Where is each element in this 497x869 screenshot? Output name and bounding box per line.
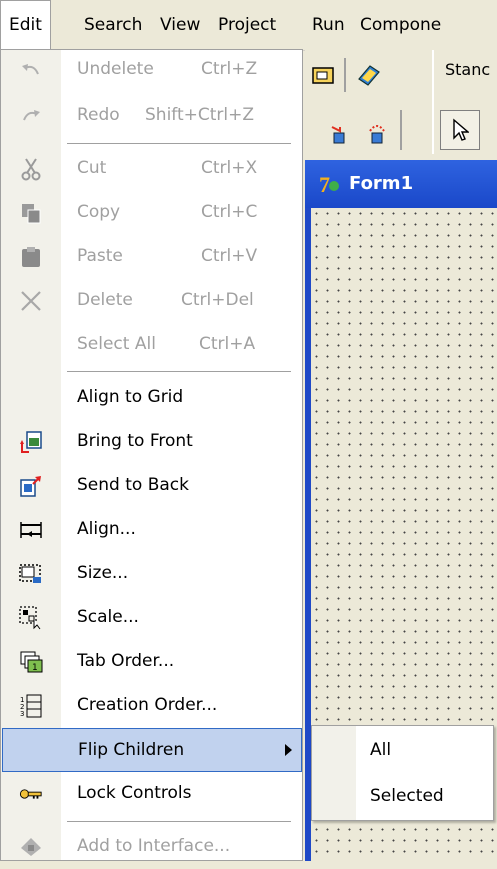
menu-component[interactable]: Compone xyxy=(352,0,449,50)
help-book-icon[interactable] xyxy=(352,58,386,92)
menu-item-size[interactable]: Size... xyxy=(1,552,302,596)
menu-bar: Edit Search View Project Run Compone xyxy=(0,0,497,51)
menu-project[interactable]: Project xyxy=(210,0,284,50)
menu-item-flip-children[interactable]: Flip Children xyxy=(2,728,302,772)
menu-item-scale[interactable]: Scale... xyxy=(1,596,302,640)
menu-item-select-all[interactable]: Select All Ctrl+A xyxy=(1,323,302,367)
menu-item-paste[interactable]: Paste Ctrl+V xyxy=(1,235,302,279)
form-title-bar[interactable]: 7 Form1 xyxy=(305,160,497,208)
menu-item-delete[interactable]: Delete Ctrl+Del xyxy=(1,279,302,323)
submenu-item-all[interactable]: All xyxy=(370,740,391,760)
menu-item-creation-order[interactable]: 123 Creation Order... xyxy=(1,684,302,728)
pointer-arrow-icon[interactable] xyxy=(440,110,480,150)
edit-menu: Undelete Ctrl+Z Redo Shift+Ctrl+Z Cut Ct… xyxy=(0,49,303,861)
menu-edit[interactable]: Edit xyxy=(0,0,51,50)
copy-icon xyxy=(19,201,43,225)
menu-separator xyxy=(67,821,291,822)
trace-into-icon[interactable] xyxy=(322,116,356,150)
flip-children-submenu: All Selected xyxy=(311,725,494,821)
menu-view[interactable]: View xyxy=(152,0,208,50)
menu-item-undelete[interactable]: Undelete Ctrl+Z xyxy=(1,48,302,92)
svg-text:3: 3 xyxy=(20,710,24,718)
menu-item-bring-to-front[interactable]: Bring to Front xyxy=(1,420,302,464)
submenu-arrow-icon xyxy=(285,744,292,756)
menu-run[interactable]: Run xyxy=(304,0,353,50)
send-to-back-icon xyxy=(19,474,43,498)
palette-tab-standard[interactable]: Stanc xyxy=(445,60,490,79)
menu-search[interactable]: Search xyxy=(76,0,150,50)
open-icon[interactable] xyxy=(306,58,340,92)
undo-icon xyxy=(19,58,43,82)
scissors-icon xyxy=(19,157,43,181)
menu-item-cut[interactable]: Cut Ctrl+X xyxy=(1,147,302,191)
delphi-form-icon: 7 xyxy=(319,172,339,196)
menu-item-add-to-interface[interactable]: Add to Interface... xyxy=(1,825,302,869)
menu-item-tab-order[interactable]: 1 Tab Order... xyxy=(1,640,302,684)
delete-x-icon xyxy=(19,289,43,313)
menu-item-send-to-back[interactable]: Send to Back xyxy=(1,464,302,508)
form-title: Form1 xyxy=(349,173,414,194)
submenu-item-selected[interactable]: Selected xyxy=(370,786,444,806)
step-over-icon[interactable] xyxy=(360,116,394,150)
toolbar-separator xyxy=(344,58,346,92)
svg-text:7: 7 xyxy=(319,172,330,196)
menu-separator xyxy=(67,371,291,372)
redo-icon xyxy=(19,104,43,128)
size-icon xyxy=(19,562,43,586)
bring-to-front-icon xyxy=(19,430,43,454)
scale-icon xyxy=(19,606,43,630)
tab-order-icon: 1 xyxy=(19,650,43,674)
toolbar-separator xyxy=(400,110,402,150)
menu-item-align[interactable]: Align... xyxy=(1,508,302,552)
svg-text:1: 1 xyxy=(32,663,38,673)
menu-item-copy[interactable]: Copy Ctrl+C xyxy=(1,191,302,235)
menu-item-redo[interactable]: Redo Shift+Ctrl+Z xyxy=(1,94,302,138)
menu-separator xyxy=(67,143,291,144)
creation-order-icon: 123 xyxy=(19,694,43,718)
submenu-gutter xyxy=(312,726,356,820)
align-icon xyxy=(19,518,43,542)
menu-item-lock-controls[interactable]: Lock Controls xyxy=(1,772,302,816)
add-interface-icon xyxy=(19,835,43,859)
paste-icon xyxy=(19,245,43,269)
key-icon xyxy=(19,782,43,806)
menu-item-align-to-grid[interactable]: Align to Grid xyxy=(1,376,302,420)
